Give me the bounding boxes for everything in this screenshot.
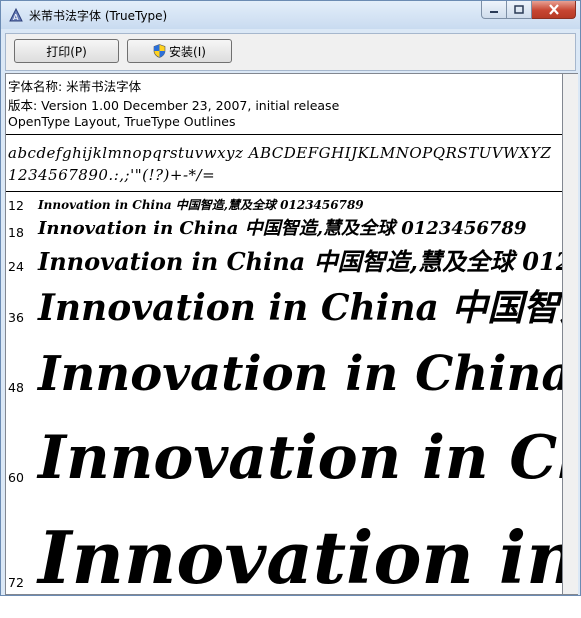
sample-text: Innovation in China 中国智造 [38,287,563,329]
font-version-text: 版本: Version 1.00 December 23, 2007, init… [8,98,340,113]
close-button[interactable] [532,1,576,19]
caption-buttons [481,1,576,21]
window-title: 米芾书法字体 (TrueType) [29,9,168,23]
install-button-label: 安装(I) [169,44,206,59]
vertical-scrollbar[interactable] [563,73,578,595]
charset-digits: 1234567890.:,;'"(!?)+-*/= [8,166,216,184]
separator-line [6,191,562,192]
toolbar: 打印(P) 安装(I) [5,33,576,71]
sample-row: 72 Innovation in C [6,522,562,594]
title-bar[interactable]: A 米芾书法字体 (TrueType) [1,1,580,29]
sample-row: 36 Innovation in China 中国智造 [6,290,562,326]
print-button-label: 打印(P) [46,44,87,59]
sample-size-label: 60 [8,470,24,485]
svg-text:A: A [13,13,19,22]
font-app-icon: A [9,7,23,22]
sample-size-label: 12 [8,198,24,213]
print-button[interactable]: 打印(P) [14,39,119,63]
sample-text: Innovation in China 中国智造,慧及全球 0123456789 [38,247,562,276]
sample-size-label: 36 [8,310,24,325]
font-viewer-window: A 米芾书法字体 (TrueType) 打印(P) 安装(I) 字体名称: 米芾… [0,0,581,596]
sample-row: 18 Innovation in China 中国智造,慧及全球 0123456… [6,220,562,241]
maximize-icon [514,5,524,14]
font-name-text: 字体名称: 米芾书法字体 [8,79,142,94]
maximize-button[interactable] [507,1,532,19]
sample-row: 12 Innovation in China 中国智造,慧及全球 0123456… [6,198,562,213]
sample-row: 24 Innovation in China 中国智造,慧及全球 0123456… [6,250,562,275]
install-button[interactable]: 安装(I) [127,39,232,63]
sample-text: Innovation in China 中国智造,慧及全球 0123456789 [38,218,527,239]
sample-text: Innovation in China [38,423,562,493]
charset-letters: abcdefghijklmnopqrstuvwxyz ABCDEFGHIJKLM… [8,144,552,162]
close-icon [548,4,559,15]
minimize-button[interactable] [481,1,507,19]
uac-shield-icon [153,44,166,58]
separator-line [6,134,562,135]
font-preview-pane: 字体名称: 米芾书法字体 版本: Version 1.00 December 2… [5,73,563,595]
sample-size-label: 24 [8,259,24,274]
minimize-icon [490,10,498,13]
font-layout-text: OpenType Layout, TrueType Outlines [8,114,236,129]
sample-row: 48 Innovation in China 中 [6,350,562,398]
sample-text: Innovation in China 中 [38,346,563,402]
sample-size-label: 18 [8,225,24,240]
sample-text: Innovation in C [38,515,562,595]
sample-text: Innovation in China 中国智造,慧及全球 0123456789 [38,198,364,212]
sample-size-label: 48 [8,380,24,395]
sample-row: 60 Innovation in China [6,428,562,488]
sample-size-label: 72 [8,575,24,590]
